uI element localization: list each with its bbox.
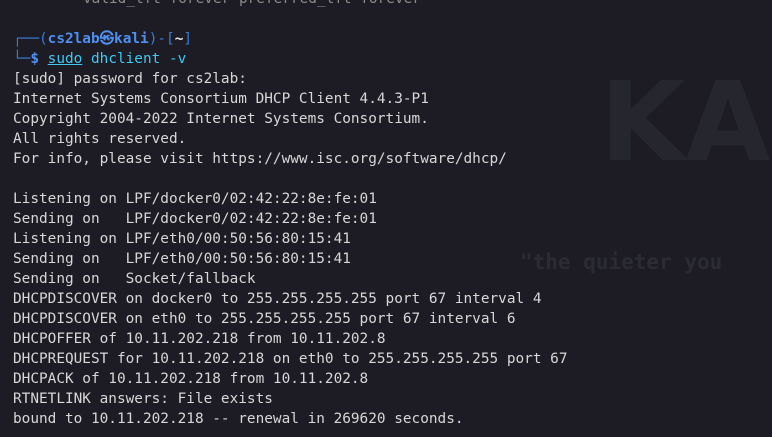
output-line: DHCPOFFER of 10.11.202.218 from 10.11.20… (13, 331, 386, 347)
prompt-at-icon: ㉿ (99, 31, 115, 47)
output-line: Listening on LPF/eth0/00:50:56:80:15:41 (13, 231, 351, 247)
prompt-frame-close: ] (183, 31, 193, 47)
output-line: bound to 10.11.202.218 -- renewal in 269… (13, 411, 464, 427)
prompt-user: cs2lab (47, 31, 100, 47)
output-line: [sudo] password for cs2lab: (13, 71, 247, 87)
output-line: DHCPDISCOVER on docker0 to 255.255.255.2… (13, 291, 542, 307)
output-line: Sending on Socket/fallback (13, 271, 256, 287)
command-args: dhclient -v (82, 51, 187, 67)
output-line: DHCPACK of 10.11.202.218 from 10.11.202.… (13, 371, 369, 387)
prompt-host: kali (114, 31, 149, 47)
prompt-line-1: ┌──(cs2lab㉿kali)-[~] (13, 29, 772, 49)
command-sudo: sudo (47, 51, 83, 67)
output-line: DHCPDISCOVER on eth0 to 255.255.255.255 … (13, 311, 516, 327)
output-line: Sending on LPF/docker0/02:42:22:8e:fe:01 (13, 211, 377, 227)
prompt-frame-second: └─ (13, 51, 31, 67)
prompt-frame-mid: )-[ (148, 31, 175, 47)
terminal-window[interactable]: KAL "the quieter you valid_lft forever p… (0, 0, 772, 437)
prompt-frame-open: ┌──( (13, 31, 48, 47)
output-line: Copyright 2004-2022 Internet Systems Con… (13, 111, 429, 127)
prompt-dollar: $ (30, 51, 39, 67)
terminal-output: valid_lft forever preferred_lft forever … (13, 0, 772, 429)
previous-output-line: valid_lft forever preferred_lft forever (13, 0, 772, 9)
prompt-line-2: └─$ sudo dhclient -v (13, 49, 772, 69)
output-line: For info, please visit https://www.isc.o… (13, 151, 507, 167)
output-line: Sending on LPF/eth0/00:50:56:80:15:41 (13, 251, 351, 267)
output-line: RTNETLINK answers: File exists (13, 391, 273, 407)
output-line: Listening on LPF/docker0/02:42:22:8e:fe:… (13, 191, 377, 207)
output-line: DHCPREQUEST for 10.11.202.218 on eth0 to… (13, 351, 568, 367)
output-line: Internet Systems Consortium DHCP Client … (13, 91, 429, 107)
output-line: All rights reserved. (13, 131, 187, 147)
